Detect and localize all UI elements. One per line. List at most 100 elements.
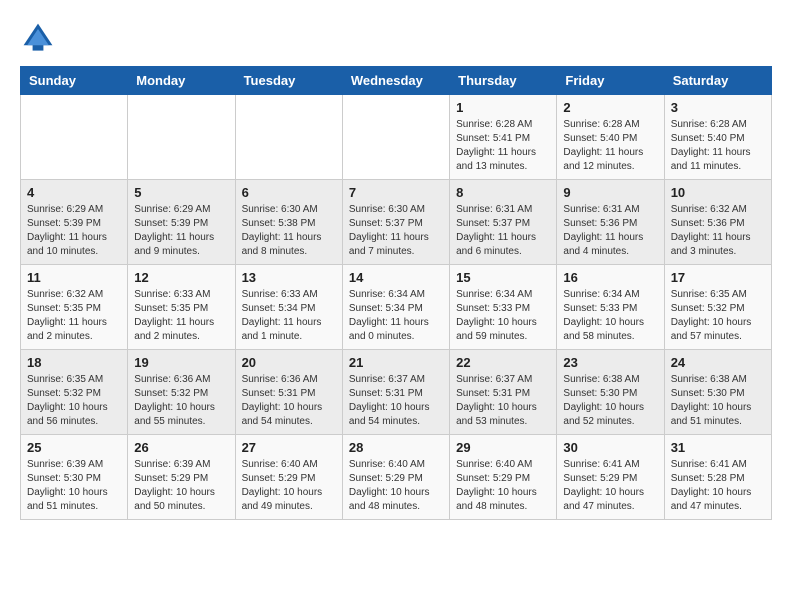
day-number: 13 xyxy=(242,270,336,285)
day-cell: 8Sunrise: 6:31 AM Sunset: 5:37 PM Daylig… xyxy=(450,180,557,265)
header-cell-tuesday: Tuesday xyxy=(235,67,342,95)
day-number: 1 xyxy=(456,100,550,115)
day-cell: 10Sunrise: 6:32 AM Sunset: 5:36 PM Dayli… xyxy=(664,180,771,265)
day-number: 6 xyxy=(242,185,336,200)
day-cell: 5Sunrise: 6:29 AM Sunset: 5:39 PM Daylig… xyxy=(128,180,235,265)
day-cell xyxy=(235,95,342,180)
day-number: 30 xyxy=(563,440,657,455)
week-row-3: 11 Sunrise: 6:32 AM Sunset: 5:35 PM Dayli… xyxy=(21,265,772,350)
day-number: 8 xyxy=(456,185,550,200)
day-cell xyxy=(21,95,128,180)
day-info: Sunrise: 6:39 AM Sunset: 5:30 PM Dayligh… xyxy=(27,458,121,514)
day-number: 20 xyxy=(242,355,336,370)
day-cell: 17 Sunrise: 6:35 AM Sunset: 5:32 PM Dayli… xyxy=(664,265,771,350)
calendar-header: SundayMondayTuesdayWednesdayThursdayFrid… xyxy=(21,67,772,95)
calendar-body: 1 Sunrise: 6:28 AM Sunset: 5:41 PM Daylig… xyxy=(21,95,772,520)
day-info: Sunrise: 6:32 AM Sunset: 5:35 PM Dayligh… xyxy=(27,288,121,344)
header-cell-friday: Friday xyxy=(557,67,664,95)
week-row-4: 18 Sunrise: 6:35 AM Sunset: 5:32 PM Dayli… xyxy=(21,350,772,435)
day-info: Sunrise: 6:32 AM Sunset: 5:36 PM Dayligh… xyxy=(671,203,765,259)
calendar-table: SundayMondayTuesdayWednesdayThursdayFrid… xyxy=(20,66,772,520)
day-cell: 29 Sunrise: 6:40 AM Sunset: 5:29 PM Dayli… xyxy=(450,435,557,520)
header-cell-saturday: Saturday xyxy=(664,67,771,95)
logo-icon xyxy=(20,20,56,56)
day-info: Sunrise: 6:40 AM Sunset: 5:29 PM Dayligh… xyxy=(242,458,336,514)
day-info: Sunrise: 6:40 AM Sunset: 5:29 PM Dayligh… xyxy=(349,458,443,514)
day-number: 27 xyxy=(242,440,336,455)
day-cell: 28 Sunrise: 6:40 AM Sunset: 5:29 PM Dayli… xyxy=(342,435,449,520)
day-cell: 14Sunrise: 6:34 AM Sunset: 5:34 PM Dayli… xyxy=(342,265,449,350)
logo xyxy=(20,20,62,56)
day-info: Sunrise: 6:35 AM Sunset: 5:32 PM Dayligh… xyxy=(671,288,765,344)
day-info: Sunrise: 6:39 AM Sunset: 5:29 PM Dayligh… xyxy=(134,458,228,514)
day-cell: 3 Sunrise: 6:28 AM Sunset: 5:40 PM Daylig… xyxy=(664,95,771,180)
day-cell: 13 Sunrise: 6:33 AM Sunset: 5:34 PM Dayli… xyxy=(235,265,342,350)
day-info: Sunrise: 6:33 AM Sunset: 5:34 PM Dayligh… xyxy=(242,288,336,344)
day-number: 11 xyxy=(27,270,121,285)
day-info: Sunrise: 6:36 AM Sunset: 5:31 PM Dayligh… xyxy=(242,373,336,429)
day-info: Sunrise: 6:34 AM Sunset: 5:33 PM Dayligh… xyxy=(456,288,550,344)
day-number: 2 xyxy=(563,100,657,115)
day-cell: 26 Sunrise: 6:39 AM Sunset: 5:29 PM Dayli… xyxy=(128,435,235,520)
day-number: 15 xyxy=(456,270,550,285)
day-info: Sunrise: 6:41 AM Sunset: 5:29 PM Dayligh… xyxy=(563,458,657,514)
day-number: 19 xyxy=(134,355,228,370)
day-info: Sunrise: 6:36 AM Sunset: 5:32 PM Dayligh… xyxy=(134,373,228,429)
day-cell: 27 Sunrise: 6:40 AM Sunset: 5:29 PM Dayli… xyxy=(235,435,342,520)
day-info: Sunrise: 6:30 AM Sunset: 5:37 PM Dayligh… xyxy=(349,203,443,259)
day-info: Sunrise: 6:37 AM Sunset: 5:31 PM Dayligh… xyxy=(456,373,550,429)
header-row: SundayMondayTuesdayWednesdayThursdayFrid… xyxy=(21,67,772,95)
day-cell: 24Sunrise: 6:38 AM Sunset: 5:30 PM Dayli… xyxy=(664,350,771,435)
day-number: 29 xyxy=(456,440,550,455)
day-info: Sunrise: 6:37 AM Sunset: 5:31 PM Dayligh… xyxy=(349,373,443,429)
day-cell: 31Sunrise: 6:41 AM Sunset: 5:28 PM Dayli… xyxy=(664,435,771,520)
day-cell: 19 Sunrise: 6:36 AM Sunset: 5:32 PM Dayli… xyxy=(128,350,235,435)
day-cell: 25 Sunrise: 6:39 AM Sunset: 5:30 PM Dayli… xyxy=(21,435,128,520)
day-number: 5 xyxy=(134,185,228,200)
day-info: Sunrise: 6:28 AM Sunset: 5:41 PM Dayligh… xyxy=(456,118,550,174)
day-number: 21 xyxy=(349,355,443,370)
day-cell: 7 Sunrise: 6:30 AM Sunset: 5:37 PM Daylig… xyxy=(342,180,449,265)
day-cell: 23 Sunrise: 6:38 AM Sunset: 5:30 PM Dayli… xyxy=(557,350,664,435)
day-number: 25 xyxy=(27,440,121,455)
day-cell: 18 Sunrise: 6:35 AM Sunset: 5:32 PM Dayli… xyxy=(21,350,128,435)
day-cell: 12Sunrise: 6:33 AM Sunset: 5:35 PM Dayli… xyxy=(128,265,235,350)
day-cell: 16 Sunrise: 6:34 AM Sunset: 5:33 PM Dayli… xyxy=(557,265,664,350)
day-cell: 22Sunrise: 6:37 AM Sunset: 5:31 PM Dayli… xyxy=(450,350,557,435)
day-info: Sunrise: 6:28 AM Sunset: 5:40 PM Dayligh… xyxy=(563,118,657,174)
day-info: Sunrise: 6:31 AM Sunset: 5:36 PM Dayligh… xyxy=(563,203,657,259)
day-cell: 9 Sunrise: 6:31 AM Sunset: 5:36 PM Daylig… xyxy=(557,180,664,265)
day-cell: 21 Sunrise: 6:37 AM Sunset: 5:31 PM Dayli… xyxy=(342,350,449,435)
day-cell: 30 Sunrise: 6:41 AM Sunset: 5:29 PM Dayli… xyxy=(557,435,664,520)
day-info: Sunrise: 6:34 AM Sunset: 5:33 PM Dayligh… xyxy=(563,288,657,344)
day-info: Sunrise: 6:29 AM Sunset: 5:39 PM Dayligh… xyxy=(27,203,121,259)
day-info: Sunrise: 6:35 AM Sunset: 5:32 PM Dayligh… xyxy=(27,373,121,429)
day-cell: 11 Sunrise: 6:32 AM Sunset: 5:35 PM Dayli… xyxy=(21,265,128,350)
day-number: 12 xyxy=(134,270,228,285)
day-cell: 15 Sunrise: 6:34 AM Sunset: 5:33 PM Dayli… xyxy=(450,265,557,350)
day-cell xyxy=(342,95,449,180)
day-number: 28 xyxy=(349,440,443,455)
day-number: 7 xyxy=(349,185,443,200)
day-number: 18 xyxy=(27,355,121,370)
day-number: 26 xyxy=(134,440,228,455)
day-number: 16 xyxy=(563,270,657,285)
day-number: 3 xyxy=(671,100,765,115)
day-cell: 20 Sunrise: 6:36 AM Sunset: 5:31 PM Dayli… xyxy=(235,350,342,435)
day-info: Sunrise: 6:40 AM Sunset: 5:29 PM Dayligh… xyxy=(456,458,550,514)
day-cell: 6 Sunrise: 6:30 AM Sunset: 5:38 PM Daylig… xyxy=(235,180,342,265)
week-row-1: 1 Sunrise: 6:28 AM Sunset: 5:41 PM Daylig… xyxy=(21,95,772,180)
day-number: 17 xyxy=(671,270,765,285)
day-number: 23 xyxy=(563,355,657,370)
header-cell-thursday: Thursday xyxy=(450,67,557,95)
day-number: 9 xyxy=(563,185,657,200)
day-info: Sunrise: 6:28 AM Sunset: 5:40 PM Dayligh… xyxy=(671,118,765,174)
day-info: Sunrise: 6:38 AM Sunset: 5:30 PM Dayligh… xyxy=(563,373,657,429)
day-number: 24 xyxy=(671,355,765,370)
day-cell: 4Sunrise: 6:29 AM Sunset: 5:39 PM Daylig… xyxy=(21,180,128,265)
day-cell xyxy=(128,95,235,180)
week-row-2: 4Sunrise: 6:29 AM Sunset: 5:39 PM Daylig… xyxy=(21,180,772,265)
day-info: Sunrise: 6:30 AM Sunset: 5:38 PM Dayligh… xyxy=(242,203,336,259)
day-number: 31 xyxy=(671,440,765,455)
day-cell: 1 Sunrise: 6:28 AM Sunset: 5:41 PM Daylig… xyxy=(450,95,557,180)
